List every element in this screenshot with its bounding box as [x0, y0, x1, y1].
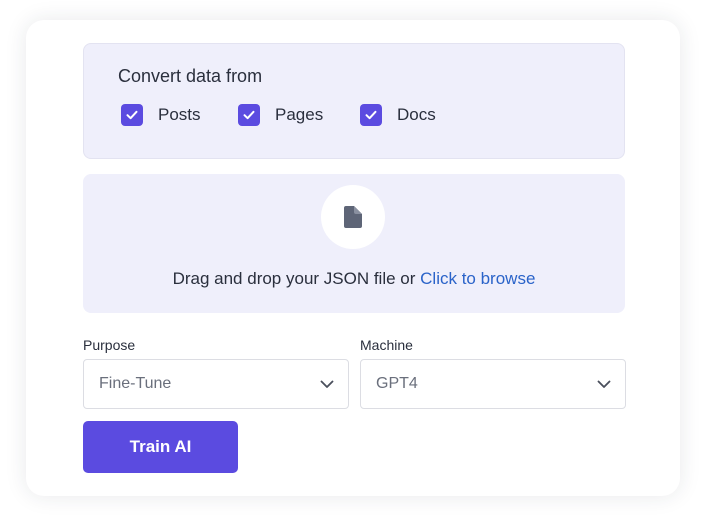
machine-label: Machine [360, 337, 413, 353]
machine-value: GPT4 [376, 375, 418, 392]
posts-checkbox-option[interactable]: Posts [121, 104, 201, 126]
purpose-select[interactable]: Fine-Tune [83, 359, 349, 409]
checkmark-icon [365, 110, 377, 120]
purpose-value: Fine-Tune [99, 375, 172, 392]
chevron-down-icon [597, 380, 611, 388]
purpose-label: Purpose [83, 337, 136, 353]
drop-prompt-text: Drag and drop your JSON file or [172, 269, 421, 288]
posts-checkbox[interactable] [121, 104, 143, 126]
file-icon-circle [321, 185, 385, 249]
convert-data-panel: Convert data from Posts Pages Docs [83, 43, 625, 159]
file-icon [344, 206, 362, 228]
pages-label: Pages [275, 105, 324, 124]
checkmark-icon [126, 110, 138, 120]
browse-link[interactable]: Click to browse [420, 269, 535, 288]
docs-checkbox-option[interactable]: Docs [360, 104, 436, 126]
docs-label: Docs [397, 105, 436, 124]
file-drop-zone[interactable]: Drag and drop your JSON file or Click to… [83, 174, 625, 313]
posts-label: Posts [158, 105, 201, 124]
pages-checkbox-option[interactable]: Pages [238, 104, 323, 126]
pages-checkbox[interactable] [238, 104, 260, 126]
chevron-down-icon [320, 380, 334, 388]
machine-select[interactable]: GPT4 [360, 359, 626, 409]
docs-checkbox[interactable] [360, 104, 382, 126]
convert-data-title: Convert data from [118, 66, 263, 86]
checkmark-icon [243, 110, 255, 120]
drop-instructions: Drag and drop your JSON file or Click to… [83, 269, 625, 289]
train-ai-button[interactable]: Train AI [83, 421, 238, 473]
